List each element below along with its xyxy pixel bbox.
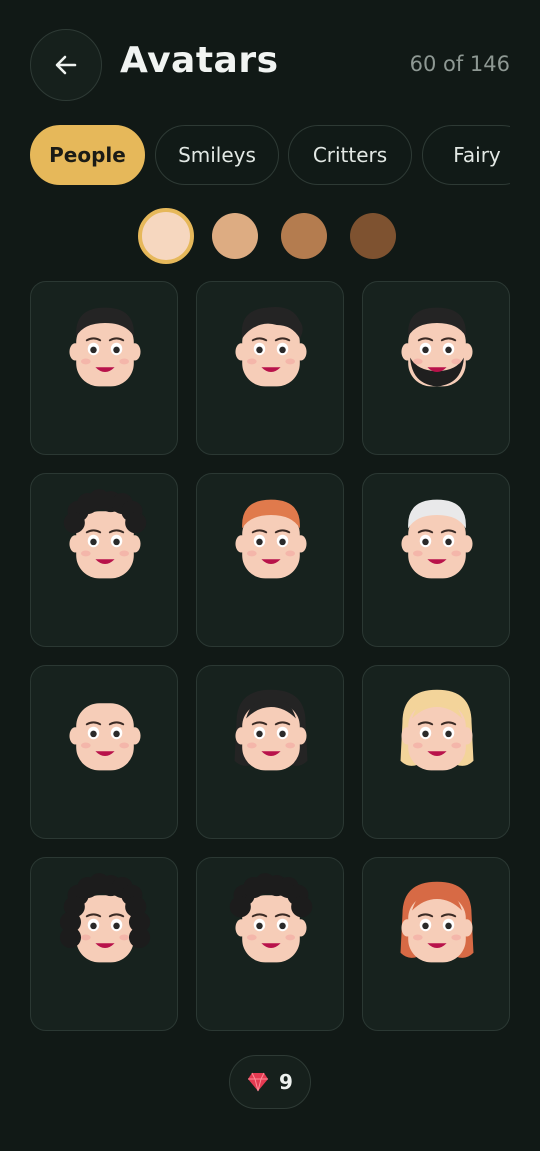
- avatar-card[interactable]: [362, 473, 510, 647]
- avatar-card[interactable]: [196, 473, 344, 647]
- top-bar: Avatars 60 of 146: [0, 0, 540, 130]
- man-wavy-black-hair-avatar-icon: [235, 306, 307, 387]
- avatar-card[interactable]: [196, 857, 344, 1031]
- avatar-card[interactable]: [196, 281, 344, 455]
- avatar-card[interactable]: [30, 281, 178, 455]
- skin-tone-medium-light[interactable]: [212, 213, 258, 259]
- page-title: Avatars: [120, 40, 279, 81]
- gem-count: 9: [279, 1070, 293, 1094]
- avatar-card[interactable]: [196, 665, 344, 839]
- avatar-card[interactable]: [30, 665, 178, 839]
- avatar-card[interactable]: [362, 665, 510, 839]
- ruby-gem-icon: [248, 1072, 269, 1092]
- avatar-card[interactable]: [362, 281, 510, 455]
- arrow-left-icon: [55, 55, 77, 75]
- tab-fairy[interactable]: Fairy: [422, 125, 510, 185]
- tab-label: Smileys: [178, 143, 256, 167]
- avatar-counter: 60 of 146: [409, 52, 510, 76]
- woman-blonde-hair-avatar-icon: [400, 689, 474, 771]
- gem-balance[interactable]: 9: [229, 1055, 311, 1109]
- avatar-card[interactable]: [30, 857, 178, 1031]
- bald-man-avatar-icon: [69, 703, 141, 771]
- skin-tone-dark[interactable]: [350, 213, 396, 259]
- avatar-card[interactable]: [362, 857, 510, 1031]
- woman-curly-black-hair-avatar-icon: [59, 873, 151, 963]
- avatar-card[interactable]: [30, 473, 178, 647]
- tab-label: Fairy: [453, 143, 501, 167]
- woman-black-hair-avatar-icon: [234, 689, 308, 771]
- man-curly-black-hair-avatar-icon: [63, 489, 147, 579]
- skin-tone-medium[interactable]: [281, 213, 327, 259]
- man-white-hair-avatar-icon: [401, 499, 473, 579]
- tab-label: Critters: [312, 143, 388, 167]
- skin-tone-picker: [0, 208, 540, 264]
- person-curly-black-hair-avatar-icon: [229, 873, 313, 963]
- skin-tone-light[interactable]: [138, 208, 194, 264]
- tab-label: People: [49, 143, 126, 167]
- man-black-hair-avatar-icon: [69, 307, 141, 387]
- tab-critters[interactable]: Critters: [288, 125, 412, 185]
- category-tabs: People Smileys Critters Fairy: [30, 125, 510, 185]
- woman-red-hair-avatar-icon: [400, 881, 474, 963]
- tab-people[interactable]: People: [30, 125, 145, 185]
- back-button[interactable]: [30, 29, 102, 101]
- tab-smileys[interactable]: Smileys: [155, 125, 279, 185]
- man-black-beard-avatar-icon: [401, 307, 473, 387]
- man-red-hair-avatar-icon: [235, 499, 307, 579]
